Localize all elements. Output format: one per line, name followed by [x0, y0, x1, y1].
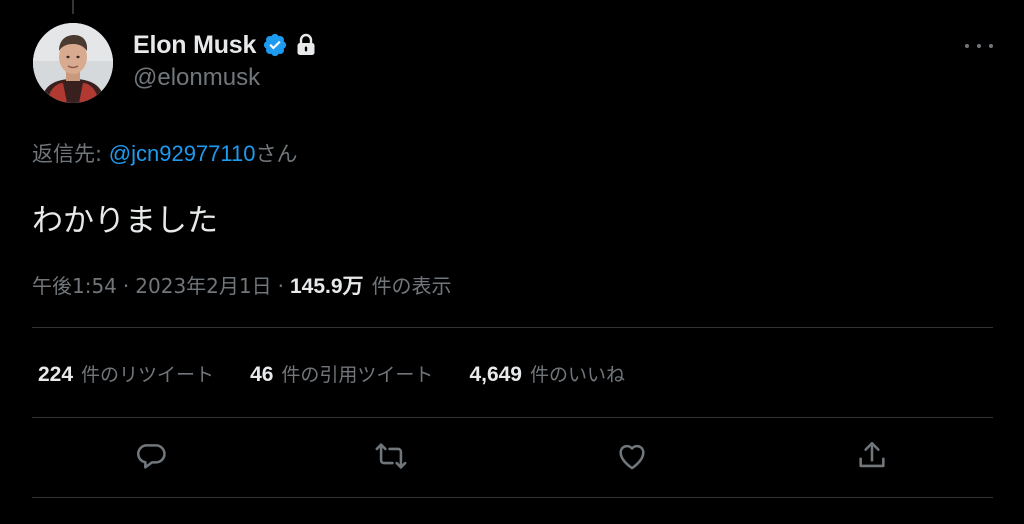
replying-to-suffix: さん	[255, 142, 298, 166]
reply-button[interactable]	[131, 438, 171, 478]
retweets-count: 224	[38, 363, 74, 386]
quote-tweets-count: 46	[250, 363, 274, 386]
views-count: 145.9万	[290, 275, 364, 298]
share-button[interactable]	[852, 438, 892, 478]
tweet-date[interactable]: 2023年2月1日	[135, 270, 271, 299]
replying-to-prefix: 返信先:	[32, 142, 109, 166]
thread-connector-line	[72, 0, 74, 14]
author-name-row: Elon Musk	[133, 28, 318, 62]
tweet-detail: Elon Musk @elonmusk 返信先: @jcn92977110さん …	[0, 0, 1024, 524]
divider	[32, 417, 993, 418]
replying-to-mention[interactable]: @jcn92977110	[109, 141, 256, 166]
likes-count: 4,649	[469, 363, 522, 386]
retweets-stat[interactable]: 224 件のリツイート	[38, 360, 214, 387]
lock-icon	[294, 32, 318, 58]
heart-icon	[615, 439, 649, 477]
divider	[32, 327, 993, 328]
reply-icon	[134, 439, 168, 477]
replying-to: 返信先: @jcn92977110さん	[32, 138, 297, 168]
tweet-metadata: 午後1:54 · 2023年2月1日 · 145.9万 件の表示	[32, 270, 452, 300]
likes-stat[interactable]: 4,649 件のいいね	[469, 360, 625, 387]
divider	[32, 497, 993, 498]
retweets-label: 件のリツイート	[81, 364, 215, 386]
avatar[interactable]	[33, 23, 113, 103]
quote-tweets-stat[interactable]: 46 件の引用ツイート	[250, 360, 433, 387]
meta-separator: ·	[277, 274, 284, 298]
share-icon	[855, 439, 889, 477]
tweet-time[interactable]: 午後1:54	[32, 270, 117, 299]
meta-separator: ·	[122, 274, 130, 298]
retweet-button[interactable]	[371, 438, 411, 478]
quote-tweets-label: 件の引用ツイート	[281, 364, 434, 386]
author-handle[interactable]: @elonmusk	[133, 64, 260, 92]
like-button[interactable]	[612, 438, 652, 478]
verified-badge-icon	[262, 32, 288, 58]
more-options-icon[interactable]	[962, 32, 996, 60]
retweet-icon	[373, 439, 409, 477]
tweet-text: わかりました	[32, 203, 218, 239]
likes-label: 件のいいね	[530, 364, 626, 386]
views-label: 件の表示	[371, 274, 452, 298]
author-display-name[interactable]: Elon Musk	[133, 31, 256, 60]
engagement-stats: 224 件のリツイート 46 件の引用ツイート 4,649 件のいいね	[38, 360, 661, 387]
